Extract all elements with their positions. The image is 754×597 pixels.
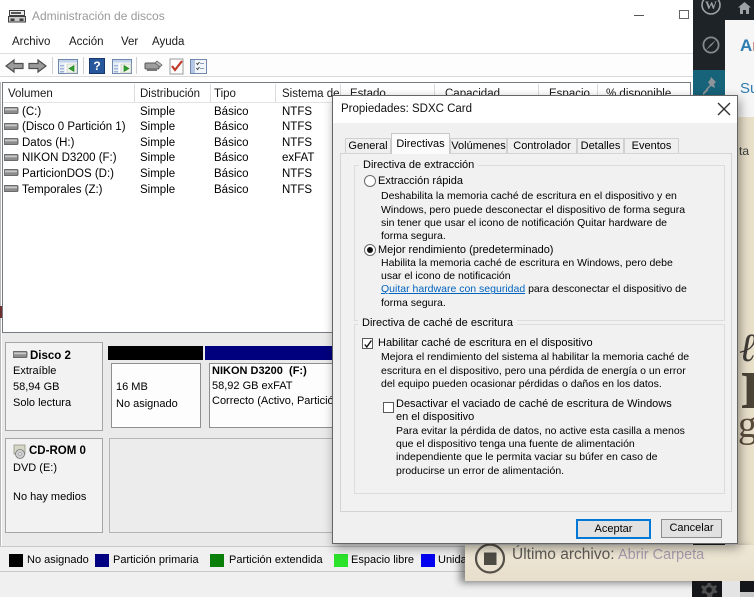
svg-text:W: W [705,0,717,12]
